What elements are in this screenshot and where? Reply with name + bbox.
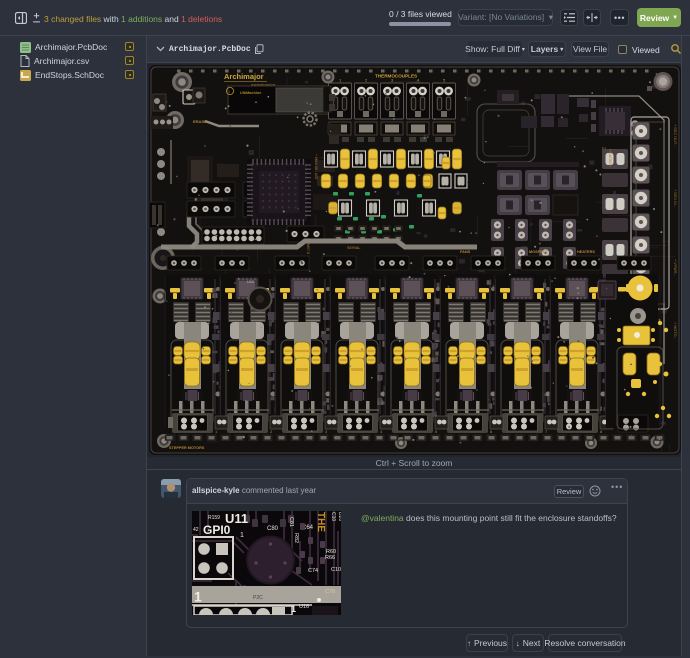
svg-text:Archimajor: Archimajor <box>224 72 264 81</box>
svg-text:1: 1 <box>291 604 296 614</box>
svg-text:R159: R159 <box>208 515 220 521</box>
svg-text:C78: C78 <box>325 589 335 595</box>
svg-text:SERIAL: SERIAL <box>347 246 361 250</box>
svg-text:42: 42 <box>193 527 199 533</box>
svg-text:GPI0: GPI0 <box>203 523 231 537</box>
svg-text:HEATERS: HEATERS <box>577 250 595 254</box>
svg-text:C74: C74 <box>308 568 318 574</box>
svg-text:C81: C81 <box>288 517 294 527</box>
svg-text:C10: C10 <box>330 512 336 521</box>
svg-text:THE: THE <box>315 512 326 532</box>
svg-text:+ MOTO -: + MOTO - <box>673 322 677 340</box>
svg-text:R82: R82 <box>293 533 299 543</box>
svg-text:1: 1 <box>194 589 202 605</box>
svg-text:R66: R66 <box>325 555 335 561</box>
svg-text:U16: U16 <box>299 604 309 610</box>
svg-text:C80: C80 <box>267 526 279 532</box>
svg-text:+ VFWR -: + VFWR - <box>673 259 677 277</box>
svg-text:1: 1 <box>240 532 244 539</box>
svg-text:C10: C10 <box>331 567 341 573</box>
svg-text:+ BED OUT -: + BED OUT - <box>673 124 677 147</box>
svg-text:UltiMachine: UltiMachine <box>240 91 261 95</box>
svg-text:P2C: P2C <box>253 595 263 601</box>
svg-text:FANS: FANS <box>460 250 471 254</box>
svg-text:MOSFETS: MOSFETS <box>529 250 548 254</box>
svg-text:STEPPER MOTORS: STEPPER MOTORS <box>169 446 205 450</box>
svg-text:+ MAX 08 - A08: + MAX 08 - A08 <box>314 154 318 179</box>
svg-text:propwashmachine: propwashmachine <box>251 83 276 87</box>
svg-text:+ BED IN -: + BED IN - <box>673 189 677 208</box>
svg-text:D20: D20 <box>337 512 341 521</box>
svg-text:HEATBED: HEATBED <box>608 149 612 167</box>
svg-text:U11: U11 <box>247 279 255 284</box>
svg-text:THERMOCOUPLES: THERMOCOUPLES <box>375 74 417 79</box>
